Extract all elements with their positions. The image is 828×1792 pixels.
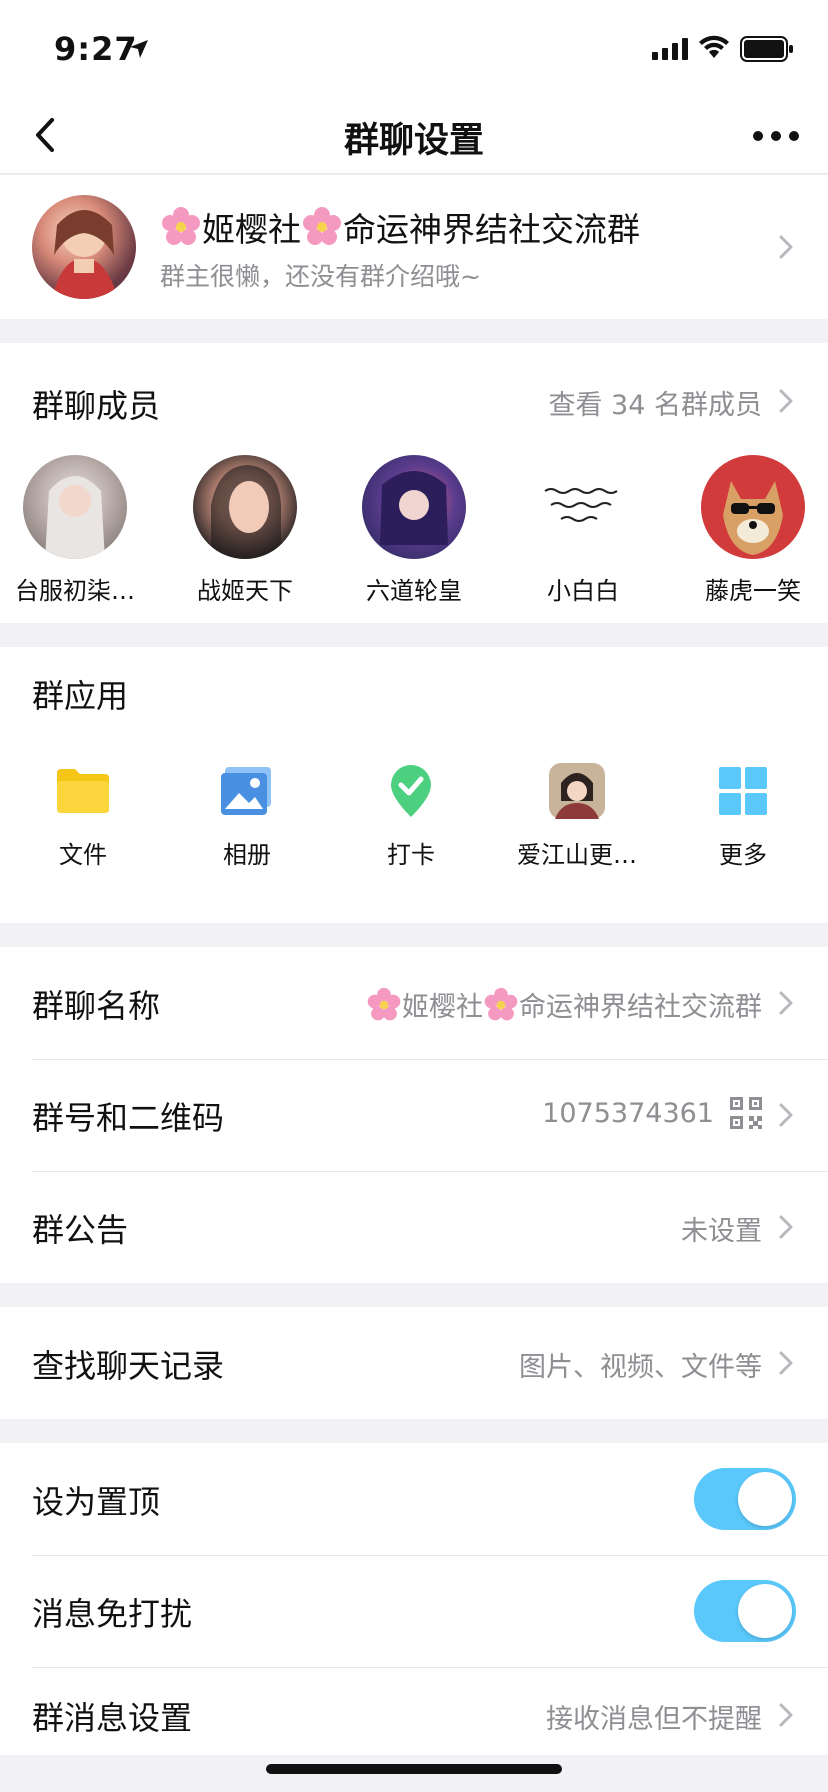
chevron-right-icon	[779, 1103, 793, 1127]
chevron-right-icon	[779, 1703, 793, 1727]
location-arrow-icon	[130, 40, 148, 58]
app-item[interactable]: 打卡	[336, 761, 486, 870]
home-indicator[interactable]	[266, 1764, 562, 1774]
group-header[interactable]: 姬樱社 命运神界结社交流群 群主很懒，还没有群介绍哦~	[0, 175, 828, 319]
group-name-value: 姬樱社 命运神界结社交流群	[366, 985, 762, 1024]
cherry-blossom-icon	[303, 207, 341, 245]
chevron-right-icon	[779, 389, 793, 413]
member-name: 战姬天下	[197, 577, 293, 605]
cellular-signal-icon	[652, 38, 688, 60]
pin-label: 设为置顶	[32, 1483, 161, 1521]
pin-toggle[interactable]	[694, 1468, 796, 1530]
app-label: 更多	[719, 841, 767, 869]
message-settings-row[interactable]: 群消息设置 接收消息但不提醒	[0, 1667, 828, 1755]
group-number-value: 1075374361	[542, 1097, 762, 1129]
member-name: 台服初柒…	[15, 577, 135, 605]
status-bar: 9:27	[0, 0, 828, 100]
member-item[interactable]: 战姬天下	[170, 455, 320, 606]
page-title: 群聊设置	[343, 121, 484, 161]
group-avatar	[32, 195, 136, 299]
member-name: 藤虎一笑	[705, 577, 801, 605]
more-dots-icon[interactable]	[752, 126, 800, 146]
search-history-label: 查找聊天记录	[32, 1347, 225, 1385]
group-name-part2: 命运神界结社交流群	[343, 210, 640, 249]
member-name: 六道轮皇	[366, 577, 462, 605]
nav-bar: 群聊设置	[0, 100, 828, 174]
group-number-label: 群号和二维码	[32, 1099, 225, 1137]
member-avatar	[23, 455, 127, 559]
battery-icon	[740, 36, 793, 62]
app-item[interactable]: 更多	[668, 761, 818, 870]
message-settings-value: 接收消息但不提醒	[546, 1704, 762, 1735]
chevron-right-icon	[779, 991, 793, 1015]
group-name-value-part1: 姬樱社	[402, 992, 483, 1023]
cherry-blossom-icon	[484, 987, 518, 1020]
group-notice-value: 未设置	[681, 1216, 762, 1247]
dnd-toggle[interactable]	[694, 1580, 796, 1642]
app-item[interactable]: 爱江山更…	[502, 761, 652, 870]
group-name-part1: 姬樱社	[202, 210, 301, 249]
pin-row: 设为置顶	[0, 1443, 828, 1555]
checkin-pin-icon	[391, 765, 431, 817]
info-section: 群聊名称 姬樱社 命运神界结社交流群 群号和二维码 1075374361 群公告…	[0, 947, 828, 1283]
member-avatar	[531, 455, 635, 559]
view-all-members[interactable]: 查看 34 名群成员	[548, 383, 762, 422]
member-avatar	[193, 455, 297, 559]
member-item[interactable]: 六道轮皇	[339, 455, 489, 606]
member-avatar	[362, 455, 466, 559]
group-number: 1075374361	[542, 1097, 714, 1129]
app-label: 打卡	[387, 841, 435, 869]
chevron-right-icon	[779, 235, 793, 259]
group-name: 姬樱社 命运神界结社交流群	[160, 203, 640, 251]
folder-icon	[57, 769, 109, 813]
apps-section: 群应用 文件 相册 打卡 爱江山更… 更多	[0, 647, 828, 923]
group-notice-row[interactable]: 群公告 未设置	[0, 1171, 828, 1283]
dnd-label: 消息免打扰	[32, 1595, 193, 1633]
members-title: 群聊成员	[32, 387, 161, 425]
search-history-row[interactable]: 查找聊天记录 图片、视频、文件等	[0, 1307, 828, 1419]
group-notice-label: 群公告	[32, 1211, 129, 1249]
member-item[interactable]: 小白白	[508, 455, 658, 606]
apps-title: 群应用	[32, 677, 129, 715]
chevron-right-icon	[779, 1215, 793, 1239]
game-avatar-icon	[549, 763, 605, 819]
toggle-knob	[738, 1584, 792, 1638]
group-name-row[interactable]: 群聊名称 姬樱社 命运神界结社交流群	[0, 947, 828, 1059]
app-label: 相册	[223, 841, 271, 869]
app-label: 爱江山更…	[517, 841, 637, 869]
cherry-blossom-icon	[367, 987, 401, 1020]
dnd-row: 消息免打扰	[0, 1555, 828, 1667]
members-section: 群聊成员 查看 34 名群成员 台服初柒… 战姬天下 六道轮皇 小白白 藤虎一笑	[0, 343, 828, 623]
app-label: 文件	[59, 841, 107, 869]
group-name-label: 群聊名称	[32, 987, 161, 1025]
qr-code-icon	[730, 1097, 762, 1129]
app-item[interactable]: 相册	[172, 761, 322, 870]
wifi-icon	[699, 35, 729, 58]
toggle-knob	[738, 1472, 792, 1526]
group-name-value-part2: 命运神界结社交流群	[519, 992, 762, 1023]
settings-section: 设为置顶 消息免打扰 群消息设置 接收消息但不提醒	[0, 1443, 828, 1755]
chevron-right-icon	[779, 1351, 793, 1375]
member-avatar	[701, 455, 805, 559]
group-intro: 群主很懒，还没有群介绍哦~	[160, 262, 481, 291]
member-item[interactable]: 藤虎一笑	[678, 455, 828, 606]
member-name: 小白白	[547, 577, 619, 605]
grid-more-icon	[719, 767, 767, 815]
group-number-row[interactable]: 群号和二维码 1075374361	[0, 1059, 828, 1171]
cherry-blossom-icon	[162, 207, 200, 245]
message-settings-label: 群消息设置	[32, 1699, 193, 1737]
app-item[interactable]: 文件	[8, 761, 158, 870]
photo-album-icon	[221, 767, 271, 815]
member-item[interactable]: 台服初柒…	[0, 455, 150, 606]
search-history-value: 图片、视频、文件等	[519, 1352, 762, 1383]
status-time: 9:27	[54, 30, 138, 68]
